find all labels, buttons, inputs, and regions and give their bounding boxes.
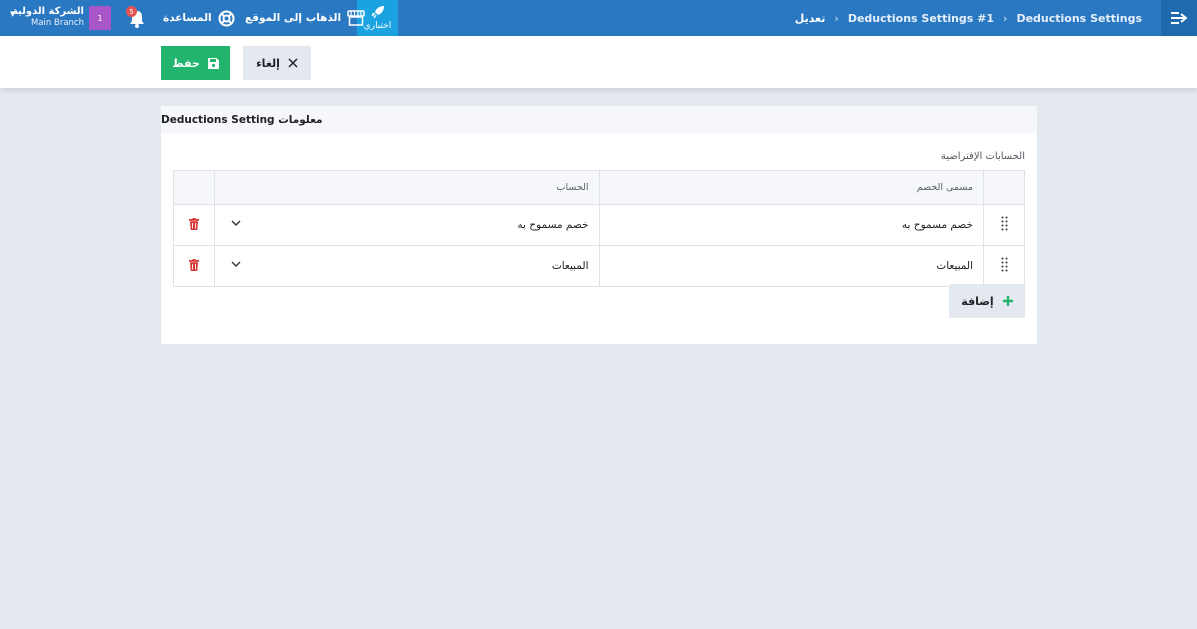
chevron-left-icon: ‹: [1003, 11, 1008, 25]
deduction-name-input[interactable]: خصم مسموح به: [598, 204, 984, 246]
action-bar: حفظ إلغاء: [0, 36, 1197, 88]
account-select-value: المبيعات: [551, 260, 589, 272]
default-accounts-label: الحسابات الإفتراضية: [940, 151, 1025, 162]
table-header-row: مسمى الخصم الحساب: [173, 170, 1025, 205]
accounts-table: مسمى الخصم الحساب خصم مسموح به خصم مسموح…: [173, 170, 1025, 287]
add-row-button[interactable]: إضافة: [949, 284, 1025, 318]
caret-down-icon: ▼: [10, 10, 16, 18]
branch-name: Main Branch: [31, 18, 84, 28]
chevron-down-icon: [231, 220, 241, 226]
deduction-name-input[interactable]: المبيعات: [598, 245, 984, 287]
header-delete-column: [173, 170, 215, 205]
lifebuoy-icon: [218, 10, 235, 26]
trial-label: اختباري: [363, 21, 392, 31]
table-row: خصم مسموح به خصم مسموح به: [173, 204, 1025, 246]
help-label: المساعدة: [163, 12, 212, 24]
breadcrumb: Deductions Settings ‹ Deductions Setting…: [795, 0, 1142, 36]
plus-icon: [1002, 296, 1013, 306]
delete-row-button[interactable]: [173, 204, 215, 246]
delete-row-button[interactable]: [173, 245, 215, 287]
breadcrumb-item-deductions-settings-1[interactable]: Deductions Settings #1: [848, 12, 994, 25]
trash-icon: [189, 258, 199, 271]
company-name: الشركة الدولية: [11, 6, 84, 17]
avatar[interactable]: 1: [89, 6, 111, 30]
top-bar: Deductions Settings ‹ Deductions Setting…: [0, 0, 1197, 36]
notifications-button[interactable]: 5: [126, 6, 148, 30]
storefront-icon: [347, 10, 365, 26]
drag-handle[interactable]: [983, 245, 1025, 287]
sidebar-toggle-button[interactable]: [1161, 0, 1197, 36]
company-switcher[interactable]: ▼ الشركة الدولية Main Branch: [10, 6, 84, 29]
chevron-down-icon: [231, 261, 241, 267]
cancel-label: إلغاء: [256, 56, 280, 70]
close-icon: [288, 58, 298, 68]
chevron-left-icon: ‹: [834, 11, 839, 25]
go-to-site-link[interactable]: الذهاب إلى الموقع: [245, 0, 365, 36]
notifications-badge: 5: [126, 6, 137, 17]
table-row: المبيعات المبيعات: [173, 245, 1025, 287]
account-select[interactable]: المبيعات: [214, 245, 600, 287]
deductions-setting-card: معلومات Deductions Setting الحسابات الإف…: [161, 106, 1037, 344]
account-select-value: خصم مسموح به: [517, 219, 589, 231]
rocket-icon: [371, 6, 384, 19]
save-button[interactable]: حفظ: [161, 46, 230, 80]
breadcrumb-item-deductions-settings[interactable]: Deductions Settings: [1016, 12, 1142, 25]
save-label: حفظ: [172, 56, 200, 70]
account-select[interactable]: خصم مسموح به: [214, 204, 600, 246]
header-deduction-name: مسمى الخصم: [598, 170, 984, 205]
collapse-arrow-icon: [1171, 12, 1188, 24]
card-title: معلومات Deductions Setting: [161, 106, 1037, 133]
floppy-disk-icon: [207, 57, 219, 69]
drag-handle-icon: [1001, 216, 1007, 231]
header-handle-column: [983, 170, 1025, 205]
drag-handle[interactable]: [983, 204, 1025, 246]
breadcrumb-item-edit: تعديل: [794, 11, 826, 25]
header-account: الحساب: [214, 170, 600, 205]
cancel-button[interactable]: إلغاء: [243, 46, 311, 80]
drag-handle-icon: [1001, 257, 1007, 272]
go-to-site-label: الذهاب إلى الموقع: [245, 12, 342, 24]
help-link[interactable]: المساعدة: [163, 0, 235, 36]
trash-icon: [189, 217, 199, 230]
add-row-label: إضافة: [961, 294, 994, 308]
